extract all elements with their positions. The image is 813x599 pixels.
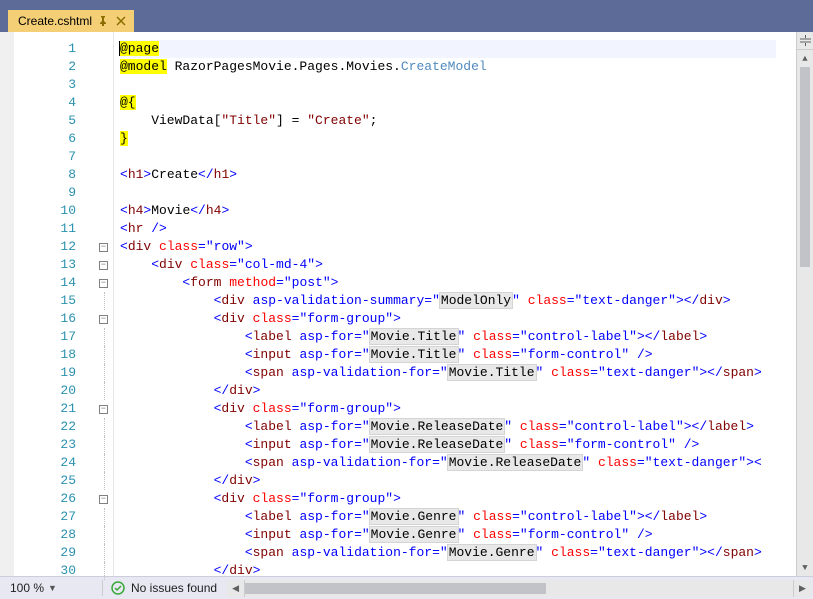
vertical-scrollbar[interactable]: ▲ ▼	[796, 32, 813, 576]
outlining-gutter[interactable]: −−−−−−	[94, 32, 114, 576]
line-number-gutter[interactable]: 1234567891011121314151617181920212223242…	[14, 32, 94, 576]
code-editor[interactable]: 1234567891011121314151617181920212223242…	[0, 32, 813, 576]
hscroll-thumb[interactable]	[245, 583, 546, 594]
pin-icon[interactable]	[98, 16, 108, 26]
split-icon[interactable]	[797, 32, 813, 50]
horizontal-scrollbar[interactable]: ◀ ▶	[227, 580, 811, 597]
tab-title: Create.cshtml	[18, 14, 92, 28]
code-area[interactable]: @page@model RazorPagesMovie.Pages.Movies…	[114, 32, 796, 576]
tab-bar: Create.cshtml	[0, 6, 813, 32]
file-tab[interactable]: Create.cshtml	[8, 10, 134, 32]
scroll-down-arrow[interactable]: ▼	[797, 559, 813, 576]
chevron-down-icon: ▼	[48, 583, 57, 593]
breakpoint-margin[interactable]	[0, 32, 14, 576]
scroll-right-arrow[interactable]: ▶	[794, 580, 811, 597]
status-bar: 100 % ▼ No issues found ◀ ▶	[0, 576, 813, 599]
close-icon[interactable]	[114, 16, 128, 26]
scroll-up-arrow[interactable]: ▲	[797, 50, 813, 67]
check-circle-icon	[111, 581, 125, 595]
zoom-level[interactable]: 100 % ▼	[0, 581, 94, 595]
scroll-track[interactable]	[797, 67, 813, 559]
scroll-left-arrow[interactable]: ◀	[227, 580, 244, 597]
scroll-thumb[interactable]	[800, 67, 810, 267]
issues-label[interactable]: No issues found	[131, 581, 217, 595]
divider	[102, 580, 103, 596]
